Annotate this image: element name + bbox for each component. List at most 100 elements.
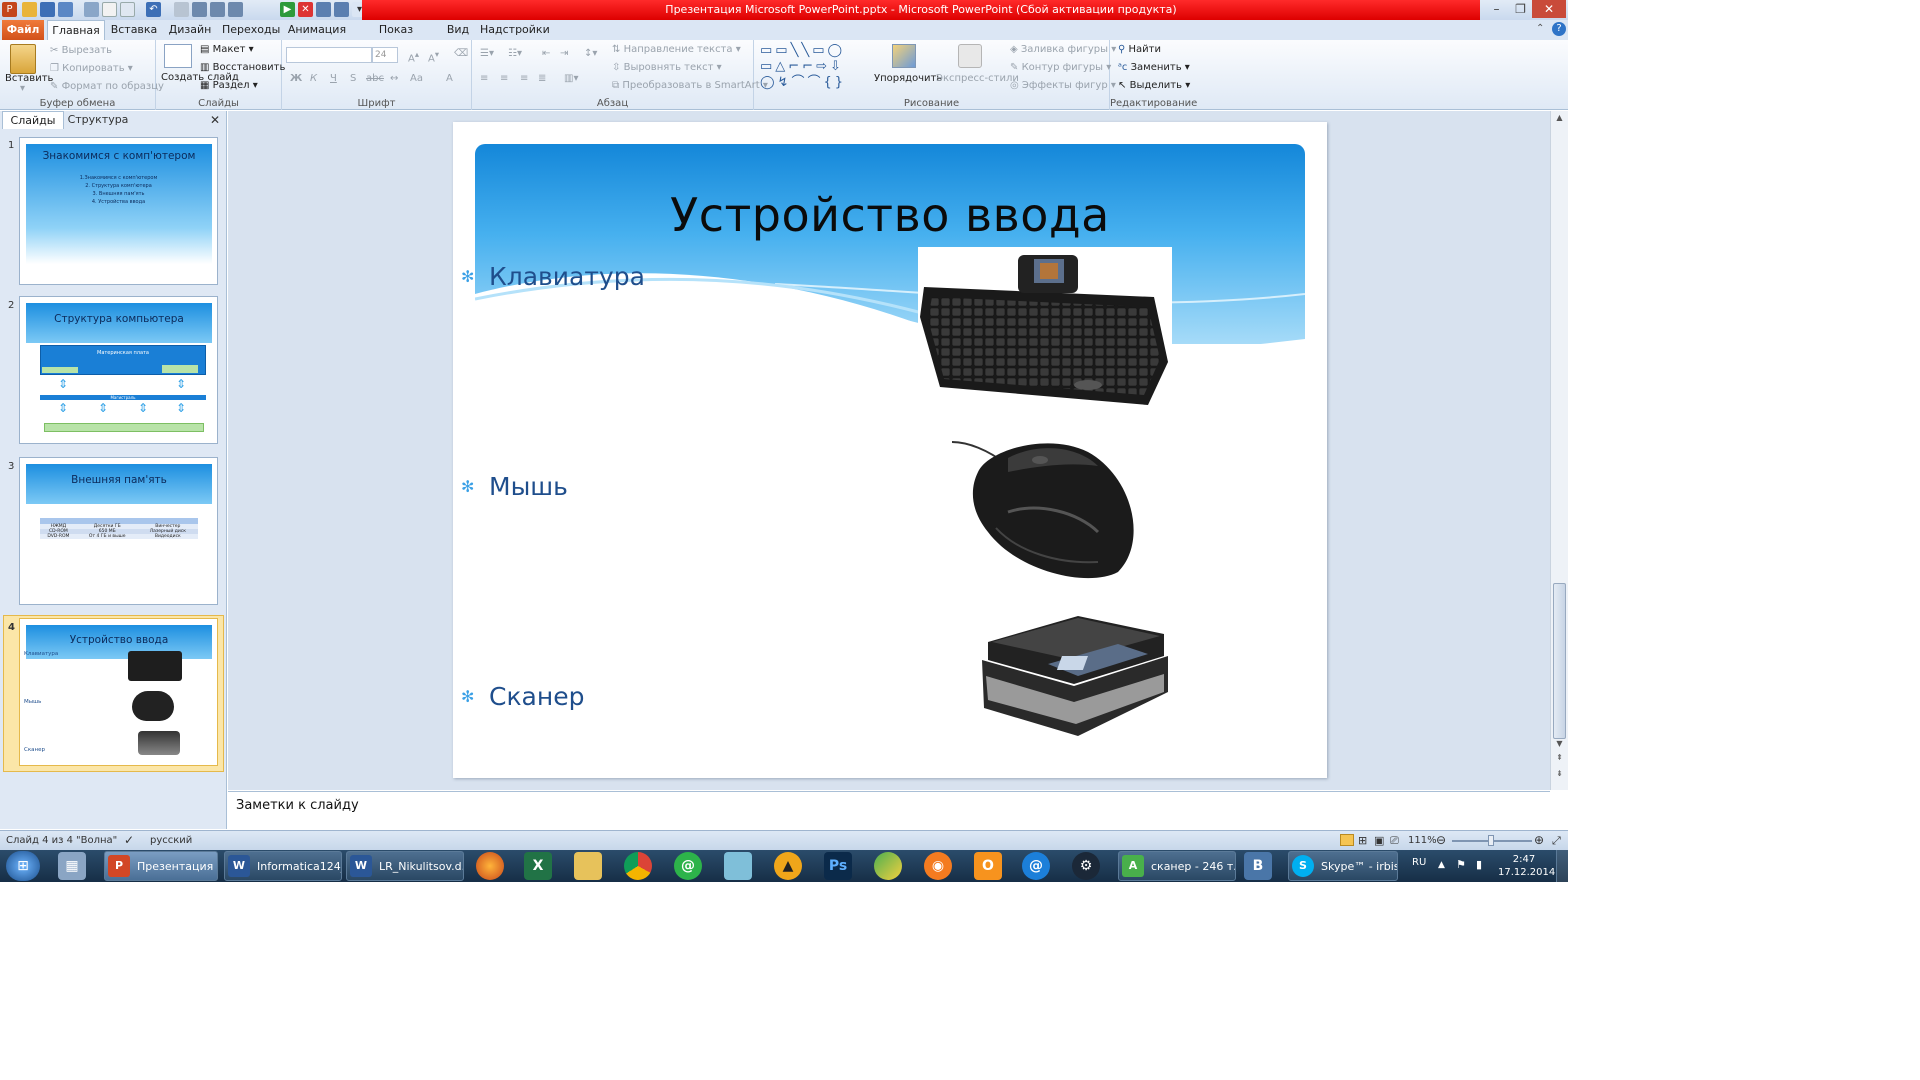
close-icon[interactable]: ✕ (1532, 0, 1566, 18)
normal-view-icon[interactable] (1340, 834, 1354, 846)
start-button[interactable]: ⊞ (6, 851, 40, 881)
language-indicator[interactable]: русский (150, 835, 192, 846)
tab-design[interactable]: Дизайн (166, 20, 214, 40)
scroll-up-icon[interactable]: ▲ (1553, 113, 1566, 125)
numbering-icon[interactable]: ☷▾ (508, 48, 522, 59)
window-icon[interactable] (316, 2, 331, 17)
notes-pane[interactable]: Заметки к слайду (228, 791, 1550, 829)
arrange-icon[interactable] (334, 2, 349, 17)
clock[interactable]: 2:47 17.12.2014 (1498, 853, 1555, 879)
shape-outline-button[interactable]: ✎ Контур фигуры ▾ (1010, 62, 1111, 73)
font-size-combo[interactable]: 24 (372, 47, 398, 63)
mouse-image[interactable] (948, 432, 1148, 582)
shapes-icon[interactable] (210, 2, 225, 17)
help-icon[interactable]: ? (1552, 22, 1566, 36)
slide-title[interactable]: Устройство ввода (453, 188, 1327, 242)
save-as-icon[interactable] (58, 2, 73, 17)
text-direction-button[interactable]: ⇅ Направление текста ▾ (612, 44, 741, 55)
bullet-keyboard[interactable]: ✻ Клавиатура (461, 262, 645, 291)
vk-icon[interactable]: B (1244, 852, 1272, 880)
paste-dropdown-icon[interactable]: ▾ (20, 83, 25, 94)
tab-home[interactable]: Главная (47, 20, 105, 41)
find-button[interactable]: ⚲ Найти (1118, 44, 1161, 55)
paste-button[interactable]: Вставить (5, 73, 53, 84)
shapes-gallery[interactable]: ▭▭╲╲▭◯ ▭△⌐⌐⇨⇩ ◯↯⌒⌒{} (760, 43, 870, 93)
input-language[interactable]: RU (1412, 857, 1426, 868)
strikethrough-button[interactable]: abc (366, 73, 384, 84)
slideshow-icon[interactable]: ⎚ (1390, 834, 1399, 848)
aimp-icon[interactable]: ▲ (774, 852, 802, 880)
tab-addins[interactable]: Надстройки (480, 20, 550, 40)
previous-slide-icon[interactable]: ⇞ (1553, 753, 1566, 767)
bullet-mouse[interactable]: ✻ Мышь (461, 472, 568, 501)
columns-icon[interactable]: ▥▾ (564, 73, 578, 84)
tab-animation[interactable]: Анимация (286, 20, 348, 40)
slide-thumbnail-3[interactable]: Внешняя пам'ять НЖМД Десятки ГБ Винчестер … (19, 457, 218, 605)
grow-font-icon[interactable]: A▴ (408, 49, 419, 64)
tab-transitions[interactable]: Переходы (222, 20, 280, 40)
shape-effects-button[interactable]: ◎ Эффекты фигур ▾ (1010, 80, 1116, 91)
mail-agent-icon[interactable]: @ (674, 852, 702, 880)
mailru-icon[interactable]: @ (1022, 852, 1050, 880)
slide-thumbnail-1[interactable]: Знакомимся с комп'ютером 1.Знакомимся с … (19, 137, 218, 285)
app-icon-2[interactable] (874, 852, 902, 880)
align-right-icon[interactable]: ≡ (520, 73, 528, 84)
zoom-level[interactable]: 111% (1408, 835, 1437, 846)
firefox-icon[interactable] (476, 852, 504, 880)
save-icon[interactable] (40, 2, 55, 17)
decrease-indent-icon[interactable]: ⇤ (542, 48, 550, 59)
line-spacing-icon[interactable]: ↕▾ (584, 48, 597, 59)
vertical-scrollbar[interactable]: ▲ ▼ ⇞ ⇟ (1550, 111, 1568, 790)
play-icon[interactable]: ▶ (280, 2, 295, 17)
slide-thumbnail-4[interactable]: Устройство ввода Клавиатура Мышь Сканер (19, 618, 218, 766)
align-center-icon[interactable]: ≡ (500, 73, 508, 84)
undo-icon[interactable]: ↶ (146, 2, 161, 17)
photoshop-icon[interactable]: Ps (824, 852, 852, 880)
restore-icon[interactable]: ❐ (1508, 0, 1533, 18)
reading-view-icon[interactable]: ▣ (1374, 834, 1384, 847)
network-icon[interactable]: ▮ (1476, 858, 1482, 871)
copy-doc-icon[interactable] (120, 2, 135, 17)
smartart-button[interactable]: ⧉ Преобразовать в SmartArt ▾ (612, 80, 768, 91)
steam-icon[interactable]: ⚙ (1072, 852, 1100, 880)
spacing-icon[interactable]: ↔ (390, 73, 398, 84)
zoom-out-icon[interactable]: ⊖ (1436, 833, 1446, 847)
select-button[interactable]: ↖ Выделить ▾ (1118, 80, 1190, 91)
tab-insert[interactable]: Вставка (110, 20, 158, 40)
excel-icon[interactable]: X (524, 852, 552, 880)
origin-icon[interactable]: ◉ (924, 852, 952, 880)
format-icon[interactable] (228, 2, 243, 17)
keyboard-image[interactable] (918, 247, 1172, 407)
theme-name[interactable]: "Волна" (76, 835, 117, 846)
explorer-icon[interactable] (574, 852, 602, 880)
reset-button[interactable]: ▥ Восстановить (200, 62, 285, 73)
italic-button[interactable]: К (310, 73, 317, 84)
align-left-icon[interactable]: ≡ (480, 73, 488, 84)
print-icon[interactable] (84, 2, 99, 17)
new-slide-button[interactable]: Создать слайд (161, 72, 239, 83)
bold-button[interactable]: Ж (290, 73, 302, 84)
tab-outline[interactable]: Структура (66, 111, 130, 129)
format-painter-button[interactable]: ✎ Формат по образцу (50, 81, 164, 92)
flag-icon[interactable]: ⚑ (1456, 858, 1466, 871)
tray-expand-icon[interactable]: ▲ (1438, 860, 1445, 870)
chrome-icon[interactable] (624, 852, 652, 880)
shrink-font-icon[interactable]: A▾ (428, 49, 439, 64)
odnoklassniki-icon[interactable]: О (974, 852, 1002, 880)
collapse-ribbon-icon[interactable]: ⌃ (1536, 23, 1544, 34)
tab-slideshow[interactable]: Показ слайдов (356, 20, 436, 56)
copy-button[interactable]: ❐ Копировать ▾ (50, 63, 133, 74)
tab-file[interactable]: Файл (2, 20, 44, 40)
quick-styles-button[interactable]: Экспресс-стили (936, 73, 1019, 84)
increase-indent-icon[interactable]: ⇥ (560, 48, 568, 59)
fit-slide-icon[interactable]: ⤢ (1552, 834, 1561, 848)
tab-slides[interactable]: Слайды (2, 111, 64, 129)
bullets-icon[interactable]: ☰▾ (480, 48, 494, 59)
new-doc-icon[interactable] (102, 2, 117, 17)
cut-button[interactable]: ✂ Вырезать (50, 45, 112, 56)
show-desktop-button[interactable] (1556, 850, 1568, 882)
app-icon[interactable] (724, 852, 752, 880)
current-slide[interactable]: Устройство ввода ✻ Клавиатура ✻ Мышь ✻ С… (453, 122, 1327, 778)
arrange-button[interactable]: Упорядочить (874, 73, 942, 84)
replace-button[interactable]: ᵃc Заменить ▾ (1118, 62, 1190, 73)
